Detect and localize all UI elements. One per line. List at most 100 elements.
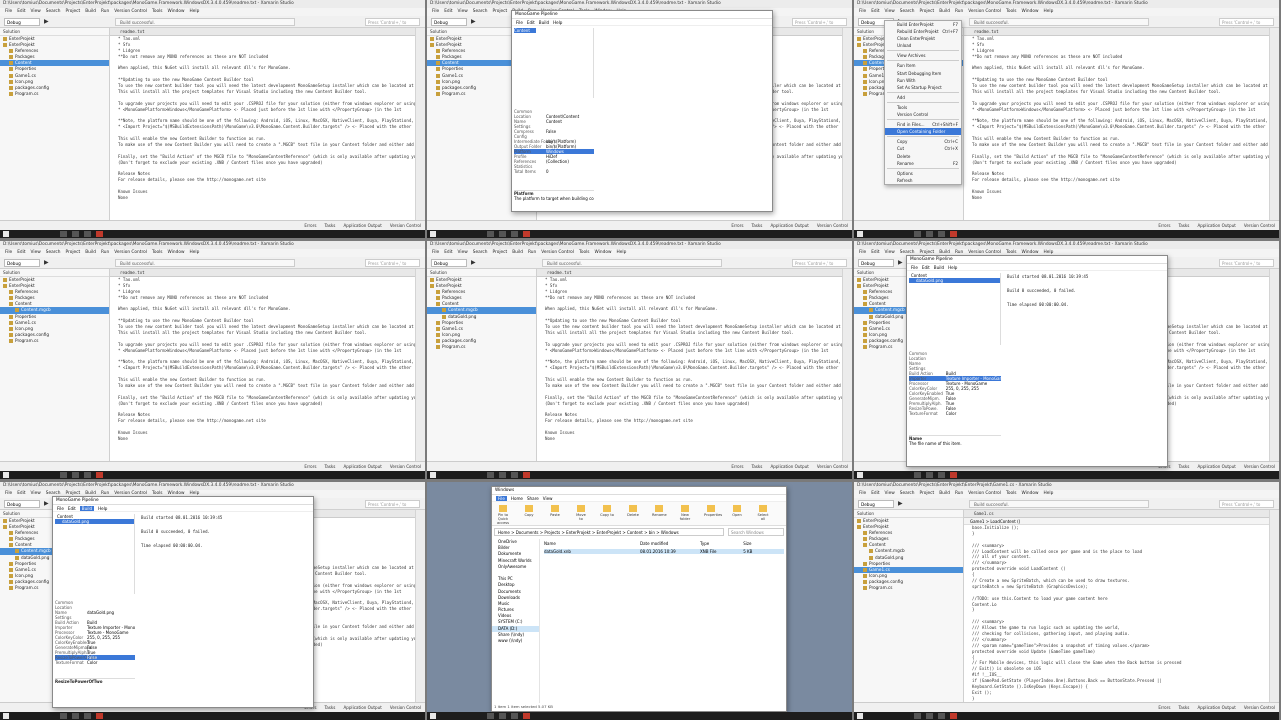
- context-menu-item[interactable]: Run With: [885, 77, 961, 84]
- taskbar-app-icon[interactable]: [523, 231, 530, 237]
- menu-item[interactable]: Build: [939, 9, 950, 14]
- context-menu-item[interactable]: Set As Startup Project: [885, 84, 961, 91]
- run-icon[interactable]: ▶: [471, 18, 476, 25]
- menu-item[interactable]: View: [458, 9, 468, 14]
- context-menu-item[interactable]: View Archives: [885, 52, 961, 59]
- menu-item[interactable]: Edit: [871, 250, 879, 255]
- taskbar-app-icon[interactable]: [499, 231, 506, 237]
- ribbon-button[interactable]: Open: [730, 505, 744, 517]
- bottom-pad-tab[interactable]: Application Output: [343, 705, 381, 710]
- taskbar-app-icon[interactable]: [950, 713, 957, 719]
- search-input[interactable]: Press 'Control+,' to search: [1219, 500, 1274, 514]
- editor-tab[interactable]: readme.txt: [110, 28, 415, 36]
- menu-item[interactable]: Build: [85, 250, 96, 255]
- context-menu-item[interactable]: Build EnterProjekt F7: [885, 21, 961, 28]
- bottom-pad-tab[interactable]: Errors: [731, 223, 743, 228]
- menu-item[interactable]: Run: [101, 9, 109, 14]
- run-icon[interactable]: ▶: [898, 500, 903, 507]
- config-select[interactable]: Debug: [858, 259, 894, 267]
- bottom-pad-tab[interactable]: Tasks: [1178, 705, 1189, 710]
- taskbar-app-icon[interactable]: [487, 713, 494, 719]
- ribbon-tab[interactable]: View: [543, 496, 553, 501]
- context-menu-item[interactable]: Open Containing Folder: [885, 128, 961, 136]
- menu-item[interactable]: Help: [1044, 491, 1054, 496]
- search-input[interactable]: Press 'Control+,' to search: [792, 259, 847, 273]
- menu-item[interactable]: Project: [66, 250, 81, 255]
- menu-item[interactable]: Help: [1044, 9, 1054, 14]
- run-icon[interactable]: ▶: [44, 18, 49, 25]
- ribbon-button[interactable]: Paste: [548, 505, 562, 517]
- start-icon[interactable]: [430, 231, 436, 237]
- menu-item[interactable]: Run: [955, 9, 963, 14]
- address-bar[interactable]: Home > Documents > Projects > EnterProje…: [494, 528, 724, 536]
- bottom-pad-tab[interactable]: Version Control: [390, 705, 421, 710]
- ribbon-button[interactable]: Delete: [626, 505, 640, 517]
- taskbar-app-icon[interactable]: [950, 231, 957, 237]
- taskbar-app-icon[interactable]: [950, 472, 957, 478]
- taskbar-app-icon[interactable]: [511, 713, 518, 719]
- menu-item[interactable]: Search: [473, 250, 488, 255]
- bottom-pad-tab[interactable]: Tasks: [324, 705, 335, 710]
- start-icon[interactable]: [430, 472, 436, 478]
- pipeline-menu-item[interactable]: Help: [553, 20, 562, 25]
- taskbar-app-icon[interactable]: [487, 472, 494, 478]
- taskbar-app-icon[interactable]: [487, 231, 494, 237]
- menu-item[interactable]: Edit: [17, 491, 25, 496]
- bottom-pad-tab[interactable]: Version Control: [390, 464, 421, 469]
- column-header[interactable]: Date modified: [640, 541, 700, 546]
- taskbar-app-icon[interactable]: [84, 713, 91, 719]
- bottom-pad-tab[interactable]: Version Control: [817, 223, 848, 228]
- menu-item[interactable]: Project: [920, 9, 935, 14]
- taskbar-app-icon[interactable]: [96, 472, 103, 478]
- menu-item[interactable]: Search: [900, 491, 915, 496]
- tree-item[interactable]: Program.cs: [0, 338, 109, 344]
- taskbar-app-icon[interactable]: [914, 713, 921, 719]
- menu-item[interactable]: Project: [493, 9, 508, 14]
- taskbar-app-icon[interactable]: [926, 713, 933, 719]
- ribbon-tab[interactable]: Home: [511, 496, 523, 501]
- menu-item[interactable]: Tools: [152, 9, 163, 14]
- nav-item[interactable]: www (\\ndy): [492, 638, 539, 644]
- taskbar-app-icon[interactable]: [84, 472, 91, 478]
- config-select[interactable]: Debug: [4, 259, 40, 267]
- start-icon[interactable]: [3, 231, 9, 237]
- ribbon-button[interactable]: Copy to: [600, 505, 614, 517]
- menu-item[interactable]: File: [859, 491, 866, 496]
- ribbon-button[interactable]: Copy: [522, 505, 536, 517]
- property-row[interactable]: TextureFormat Color: [55, 660, 135, 665]
- context-menu-item[interactable]: Delete: [885, 153, 961, 160]
- pipeline-menu-item[interactable]: Build: [79, 506, 95, 511]
- menu-item[interactable]: Search: [473, 9, 488, 14]
- taskbar-app-icon[interactable]: [72, 472, 79, 478]
- taskbar-app-icon[interactable]: [60, 472, 67, 478]
- menu-item[interactable]: File: [859, 9, 866, 14]
- bottom-pad-tab[interactable]: Version Control: [1244, 223, 1275, 228]
- run-icon[interactable]: ▶: [898, 259, 903, 266]
- bottom-pad-tab[interactable]: Tasks: [1178, 464, 1189, 469]
- context-menu-item[interactable]: Copy Ctrl+C: [885, 138, 961, 145]
- context-menu-item[interactable]: Rebuild EnterProjekt Ctrl+F7: [885, 28, 961, 35]
- ribbon-button[interactable]: Pin to Quick access: [496, 505, 510, 525]
- ribbon-button[interactable]: Move to: [574, 505, 588, 521]
- menu-item[interactable]: Window: [168, 9, 185, 14]
- config-select[interactable]: Debug: [4, 18, 40, 26]
- menu-item[interactable]: Run: [101, 250, 109, 255]
- search-input[interactable]: Press 'Control+,' to search: [365, 259, 420, 273]
- tree-item[interactable]: Program.cs: [427, 344, 536, 350]
- bottom-pad-tab[interactable]: Tasks: [324, 464, 335, 469]
- context-menu-item[interactable]: Find in Files... Ctrl+Shift+F: [885, 121, 961, 128]
- bottom-pad-tab[interactable]: Tasks: [1178, 223, 1189, 228]
- taskbar-app-icon[interactable]: [72, 231, 79, 237]
- config-select[interactable]: Debug: [4, 500, 40, 508]
- editor-tab[interactable]: Game1.cs: [964, 510, 1269, 518]
- context-menu-item[interactable]: Add: [885, 94, 961, 101]
- menu-item[interactable]: File: [5, 9, 12, 14]
- taskbar-app-icon[interactable]: [926, 231, 933, 237]
- search-input[interactable]: Press 'Control+,' to search: [1219, 259, 1274, 273]
- property-row[interactable]: Total Items 0: [514, 169, 594, 174]
- pipeline-menu-item[interactable]: Help: [98, 506, 107, 511]
- menu-item[interactable]: Edit: [444, 9, 452, 14]
- ribbon-button[interactable]: Select all: [756, 505, 770, 521]
- bottom-pad-tab[interactable]: Application Output: [343, 464, 381, 469]
- bottom-pad-tab[interactable]: Version Control: [1244, 705, 1275, 710]
